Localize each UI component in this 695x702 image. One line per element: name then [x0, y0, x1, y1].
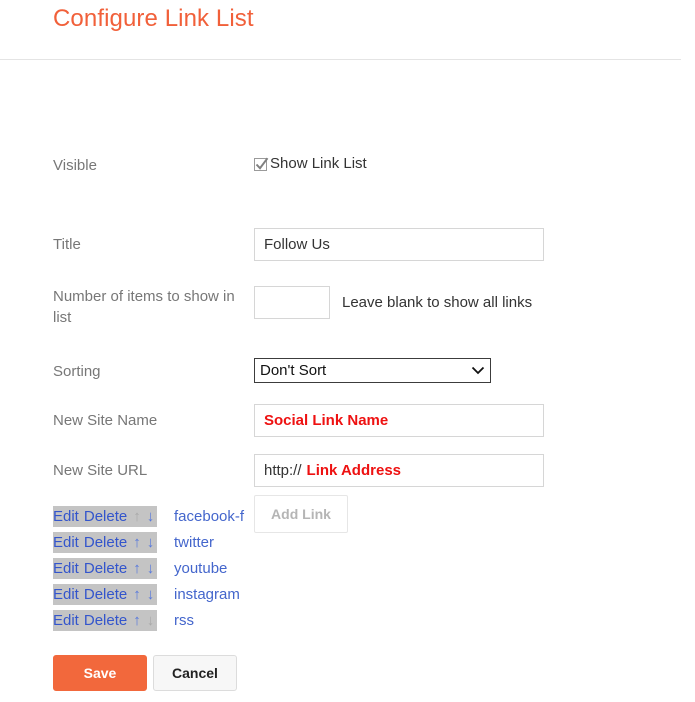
new-site-url-placeholder: Link Address: [306, 462, 401, 479]
row-actions: Edit Delete ↑ ↓: [53, 558, 158, 579]
link-name[interactable]: youtube: [174, 558, 227, 579]
arrow-up-icon[interactable]: ↑: [133, 534, 141, 552]
row-actions: Edit Delete ↑ ↓: [53, 532, 158, 553]
new-site-url-input[interactable]: http:// Link Address: [254, 454, 544, 487]
edit-link[interactable]: Edit: [53, 508, 79, 526]
sorting-selected-value: Don't Sort: [260, 362, 327, 379]
edit-link[interactable]: Edit: [53, 534, 79, 552]
arrow-up-icon[interactable]: ↑: [133, 612, 141, 630]
arrow-down-icon[interactable]: ↓: [147, 586, 155, 604]
new-site-name-input[interactable]: Social Link Name: [254, 404, 544, 437]
show-link-list-label: Show Link List: [270, 155, 367, 172]
link-name[interactable]: instagram: [174, 584, 240, 605]
arrow-down-icon[interactable]: ↓: [147, 560, 155, 578]
show-link-list-checkbox[interactable]: Show Link List: [254, 155, 367, 173]
visible-label: Visible: [53, 157, 97, 174]
link-list-row: Edit Delete ↑ ↓ rss: [0, 610, 695, 636]
edit-link[interactable]: Edit: [53, 612, 79, 630]
link-name[interactable]: twitter: [174, 532, 214, 553]
number-of-items-label: Number of items to show in list: [53, 288, 235, 326]
number-of-items-input[interactable]: [254, 286, 330, 319]
title-input[interactable]: [254, 228, 544, 261]
panel-header: Configure Link List: [0, 0, 695, 60]
link-list-row: Edit Delete ↑ ↓ twitter: [0, 532, 695, 558]
link-list-row: Edit Delete ↑ ↓ facebook-f: [0, 506, 695, 532]
new-site-name-label: New Site Name: [53, 412, 158, 429]
arrow-up-icon[interactable]: ↑: [133, 560, 141, 578]
save-button[interactable]: Save: [53, 655, 147, 691]
checkmark-icon: [255, 157, 269, 170]
delete-link[interactable]: Delete: [84, 508, 127, 526]
arrow-up-icon[interactable]: ↑: [133, 586, 141, 604]
arrow-down-icon[interactable]: ↓: [147, 508, 155, 526]
new-site-url-label: New Site URL: [53, 462, 148, 479]
edit-link[interactable]: Edit: [53, 560, 79, 578]
edit-link[interactable]: Edit: [53, 586, 79, 604]
arrow-up-icon: ↑: [133, 507, 141, 525]
delete-link[interactable]: Delete: [84, 586, 127, 604]
arrow-down-icon[interactable]: ↓: [147, 534, 155, 552]
arrow-down-icon: ↓: [146, 611, 155, 629]
row-actions: Edit Delete ↑ ↓: [53, 506, 158, 527]
delete-link[interactable]: Delete: [84, 612, 127, 630]
page-title: Configure Link List: [53, 5, 254, 32]
new-site-name-placeholder: Social Link Name: [264, 412, 389, 429]
link-name[interactable]: rss: [174, 610, 194, 631]
row-actions: Edit Delete ↑ ↓: [53, 610, 158, 631]
checkbox-box[interactable]: [254, 157, 269, 171]
sorting-select[interactable]: Don't Sort: [254, 358, 491, 383]
link-list-row: Edit Delete ↑ ↓ instagram: [0, 584, 695, 610]
link-list-row: Edit Delete ↑ ↓ youtube: [0, 558, 695, 584]
row-actions: Edit Delete ↑ ↓: [53, 584, 158, 605]
configure-link-list-form: Visible Show Link List Title Number of i…: [0, 59, 695, 533]
cancel-button[interactable]: Cancel: [153, 655, 237, 691]
new-site-url-prefix: http://: [264, 462, 302, 479]
sorting-label: Sorting: [53, 363, 101, 380]
delete-link[interactable]: Delete: [84, 560, 127, 578]
delete-link[interactable]: Delete: [84, 534, 127, 552]
link-list: Edit Delete ↑ ↓ facebook-f Edit Delete ↑ ↓ twitte…: [0, 506, 695, 636]
title-label: Title: [53, 236, 81, 253]
show-link-list-checkbox-wrap[interactable]: Show Link List: [254, 155, 367, 173]
link-name[interactable]: facebook-f: [174, 506, 244, 527]
chevron-down-icon: [471, 366, 485, 375]
number-of-items-hint: Leave blank to show all links: [342, 294, 533, 311]
